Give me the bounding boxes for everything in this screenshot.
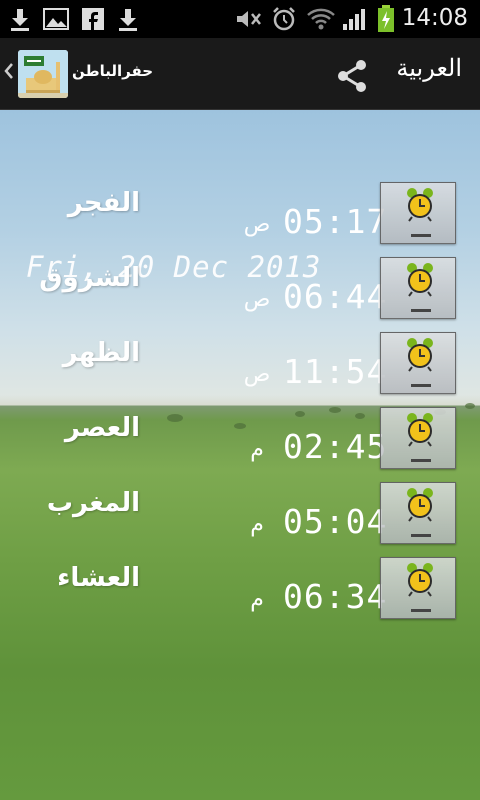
prayer-row: الظهر ص 11:54 — [0, 332, 480, 396]
alarm-icon — [270, 6, 298, 32]
back-chevron-icon[interactable] — [4, 62, 14, 86]
prayer-period: ص — [243, 287, 271, 312]
mute-icon — [232, 6, 266, 32]
alarm-clock-icon — [407, 263, 433, 297]
prayer-time: 11:54 — [283, 352, 388, 391]
alarm-indicator-bar — [411, 534, 431, 537]
prayer-time: 05:17 — [283, 202, 388, 241]
alarm-indicator-bar — [411, 609, 431, 612]
alarm-indicator-bar — [411, 459, 431, 462]
alarm-clock-icon — [407, 488, 433, 522]
alarm-indicator-bar — [411, 384, 431, 387]
prayer-times-panel: Fri, 20 Dec 2013 الفجر ص 05:17 الشروق ص … — [0, 110, 480, 800]
prayer-period: ص — [243, 212, 271, 237]
alarm-clock-icon — [407, 188, 433, 222]
prayer-period: م — [250, 437, 264, 462]
alarm-toggle-button[interactable] — [380, 482, 456, 544]
prayer-name: العصر — [64, 413, 140, 443]
prayer-row: الشروق ص 06:44 — [0, 257, 480, 321]
alarm-indicator-bar — [411, 234, 431, 237]
facebook-icon — [82, 6, 104, 32]
prayer-time: 06:44 — [283, 277, 388, 316]
download-icon — [8, 6, 32, 32]
prayer-name: المغرب — [46, 488, 140, 518]
alarm-toggle-button[interactable] — [380, 257, 456, 319]
alarm-toggle-button[interactable] — [380, 407, 456, 469]
prayer-name: الشروق — [39, 263, 140, 293]
prayer-period: م — [250, 587, 264, 612]
prayer-row: العصر م 02:45 — [0, 407, 480, 471]
alarm-toggle-button[interactable] — [380, 182, 456, 244]
prayer-row: المغرب م 05:04 — [0, 482, 480, 546]
prayer-name: العشاء — [57, 563, 140, 593]
signal-icon — [340, 6, 370, 32]
prayer-row: العشاء م 06:34 — [0, 557, 480, 621]
prayer-time: 02:45 — [283, 427, 388, 466]
battery-charging-icon — [376, 5, 396, 32]
app-title: حفرالباطن — [72, 62, 154, 80]
share-icon[interactable] — [333, 56, 373, 96]
prayer-period: م — [250, 512, 264, 537]
status-bar: 14:08 — [0, 0, 480, 38]
prayer-period: ص — [243, 362, 271, 387]
download-icon — [116, 6, 140, 32]
language-button[interactable]: العربية — [396, 54, 462, 82]
prayer-time: 05:04 — [283, 502, 388, 541]
alarm-clock-icon — [407, 563, 433, 597]
app-icon[interactable] — [18, 50, 68, 98]
alarm-toggle-button[interactable] — [380, 557, 456, 619]
prayer-time: 06:34 — [283, 577, 388, 616]
wifi-icon — [306, 6, 336, 32]
status-time: 14:08 — [401, 5, 468, 31]
image-icon — [42, 6, 70, 32]
alarm-clock-icon — [407, 338, 433, 372]
prayer-row: الفجر ص 05:17 — [0, 182, 480, 246]
alarm-clock-icon — [407, 413, 433, 447]
alarm-toggle-button[interactable] — [380, 332, 456, 394]
action-bar: حفرالباطن العربية — [0, 38, 480, 110]
prayer-name: الظهر — [62, 338, 140, 368]
alarm-indicator-bar — [411, 309, 431, 312]
prayer-name: الفجر — [67, 188, 140, 218]
